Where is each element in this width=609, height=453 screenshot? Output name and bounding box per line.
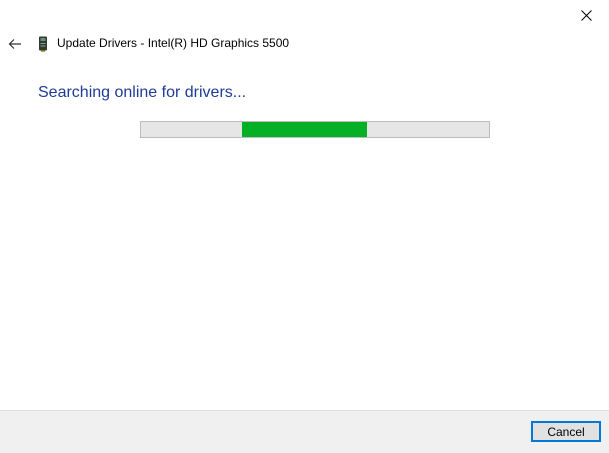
graphics-card-icon (39, 36, 47, 52)
status-heading: Searching online for drivers... (38, 84, 247, 101)
cancel-button[interactable]: Cancel (531, 421, 601, 442)
close-button[interactable] (563, 0, 609, 30)
dialog-title: Update Drivers - Intel(R) HD Graphics 55… (57, 36, 290, 50)
back-button[interactable] (4, 33, 26, 55)
progress-bar (140, 121, 490, 138)
back-arrow-icon (8, 39, 21, 49)
header-row: Update Drivers - Intel(R) HD Graphics 55… (0, 33, 609, 55)
update-drivers-dialog: Update Drivers - Intel(R) HD Graphics 55… (0, 0, 609, 453)
close-icon (580, 9, 592, 21)
footer-bar: Cancel (0, 410, 609, 453)
progress-marquee-chunk (242, 122, 367, 137)
